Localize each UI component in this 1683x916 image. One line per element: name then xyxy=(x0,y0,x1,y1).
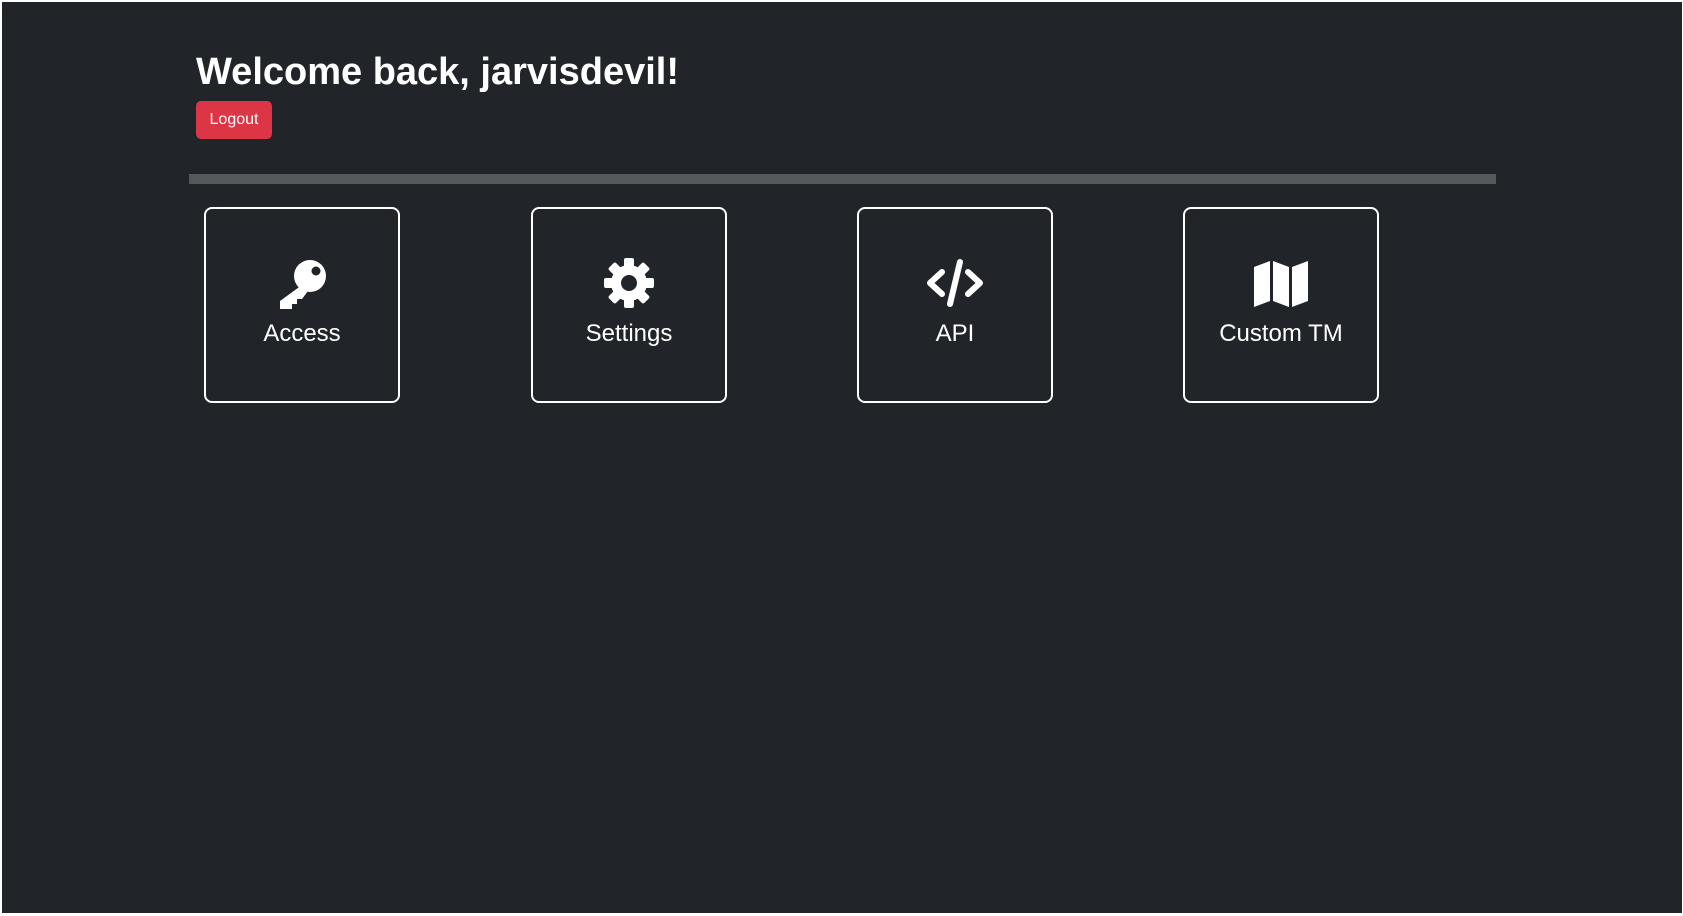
map-icon xyxy=(1251,257,1311,309)
divider xyxy=(189,174,1496,184)
custom-tm-tile[interactable]: Custom TM xyxy=(1183,207,1379,403)
access-tile[interactable]: Access xyxy=(204,207,400,403)
access-label: Access xyxy=(263,320,341,347)
custom-tm-label: Custom TM xyxy=(1219,320,1343,347)
settings-tile[interactable]: Settings xyxy=(531,207,727,403)
page: Welcome back, jarvisdevil! Logout Access xyxy=(2,2,1682,913)
key-icon xyxy=(272,257,332,309)
api-tile[interactable]: API xyxy=(857,207,1053,403)
logout-button[interactable]: Logout xyxy=(196,101,272,139)
gear-icon xyxy=(599,257,659,309)
welcome-title: Welcome back, jarvisdevil! xyxy=(196,51,679,93)
api-label: API xyxy=(935,320,975,347)
code-icon xyxy=(925,257,985,309)
settings-label: Settings xyxy=(585,320,673,347)
